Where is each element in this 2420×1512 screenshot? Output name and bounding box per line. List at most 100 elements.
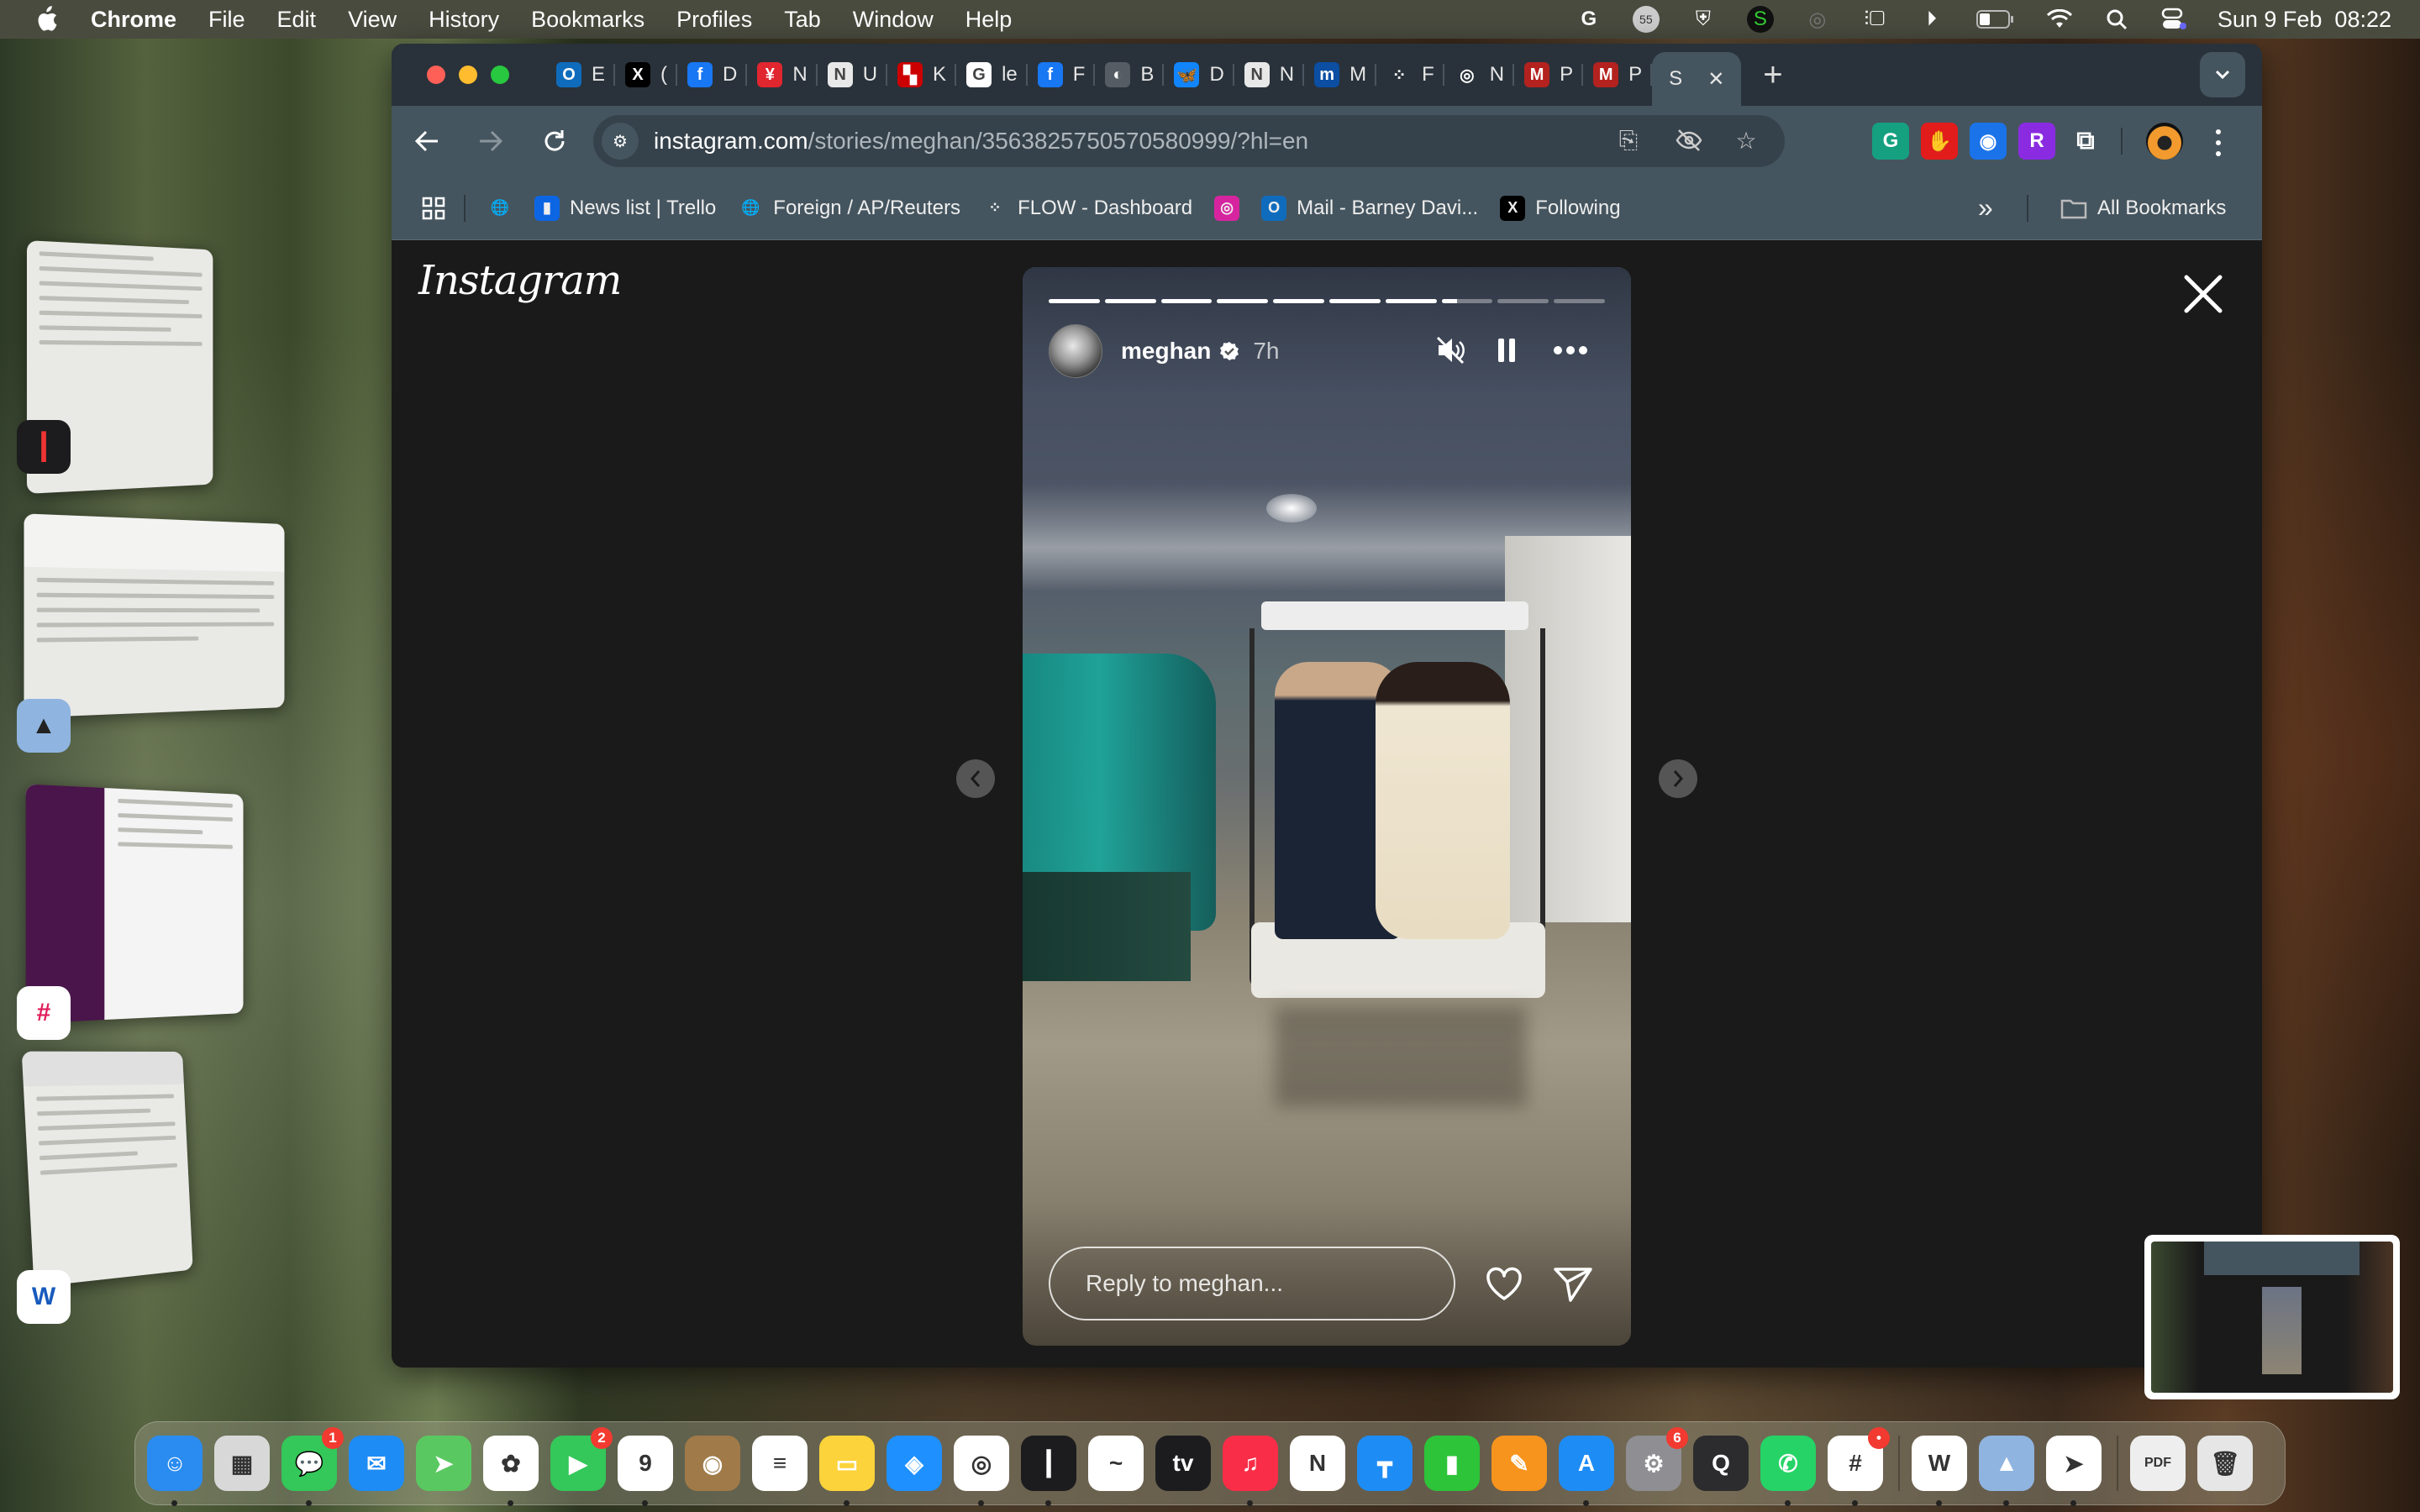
bookmark-1[interactable]: ▮ News list | Trello <box>534 195 716 221</box>
tab-0[interactable]: OE <box>546 54 616 96</box>
contacts-icon[interactable]: ◉ <box>685 1436 740 1491</box>
voice-memos-icon[interactable]: ┃ <box>17 420 71 474</box>
play-icon[interactable]: ⏵ <box>1918 6 1945 33</box>
maps-icon[interactable]: ➤ <box>416 1436 471 1491</box>
preview-icon[interactable]: ▲ <box>1979 1436 2034 1506</box>
forward-button[interactable] <box>474 124 508 158</box>
telegram-icon[interactable]: ➤ <box>2046 1436 2102 1506</box>
launchpad-icon[interactable]: ▦ <box>214 1436 270 1491</box>
apple-menu-icon[interactable] <box>34 6 59 33</box>
bookmark-star-icon[interactable]: ☆ <box>1729 123 1763 157</box>
numbers-icon[interactable]: ▮ <box>1424 1436 1480 1491</box>
pdf-stack-icon[interactable]: PDF <box>2130 1436 2186 1491</box>
reload-button[interactable] <box>538 124 571 158</box>
tab-active-instagram[interactable]: S ✕ <box>1652 52 1742 106</box>
tab-8[interactable]: ◐ B <box>1095 54 1165 96</box>
grammarly-icon[interactable]: G <box>1576 6 1602 33</box>
story-username[interactable]: meghan <box>1121 338 1211 365</box>
extensions-puzzle-icon[interactable]: ⧉ <box>2067 123 2104 160</box>
minimize-window-button[interactable] <box>459 66 477 84</box>
adblock-ext-icon[interactable]: ✋ <box>1921 123 1958 160</box>
news-icon[interactable]: N <box>1290 1436 1345 1491</box>
menu-window[interactable]: Window <box>853 7 934 33</box>
previous-story-button[interactable] <box>956 759 995 798</box>
s-app-icon[interactable]: S <box>1746 6 1774 33</box>
airdrop-icon[interactable]: ◎ <box>1804 6 1831 33</box>
shield-icon[interactable]: ⛨ <box>1690 6 1717 33</box>
battery-icon[interactable] <box>1975 6 2016 33</box>
tab-12[interactable]: ⁘ F <box>1376 54 1444 96</box>
trash-icon[interactable]: 🗑 <box>2197 1436 2253 1491</box>
bookmark-5[interactable]: O Mail - Barney Davi... <box>1261 195 1478 221</box>
tab-1[interactable]: X( <box>615 54 678 96</box>
screenshot-thumbnail-preview[interactable] <box>2144 1235 2400 1399</box>
menu-app-name[interactable]: Chrome <box>91 7 176 33</box>
menu-edit[interactable]: Edit <box>277 7 317 33</box>
menu-profiles[interactable]: Profiles <box>676 7 752 33</box>
tab-15[interactable]: MP <box>1583 54 1653 96</box>
stage-manager-icon[interactable]: ⫶▢ <box>1861 6 1888 33</box>
mail-icon[interactable]: ✉ <box>349 1436 404 1491</box>
r-ext-icon[interactable]: R <box>2018 123 2055 160</box>
finder-icon[interactable]: ☺ <box>147 1436 203 1506</box>
close-story-icon[interactable] <box>2180 270 2227 318</box>
word-icon[interactable]: W <box>1912 1436 1967 1506</box>
quicktime-icon[interactable]: Q <box>1693 1436 1749 1491</box>
word-icon[interactable]: W <box>17 1270 71 1324</box>
tab-13[interactable]: ◎ N <box>1444 54 1515 96</box>
bookmark-3[interactable]: ⁘ FLOW - Dashboard <box>982 196 1193 221</box>
apps-grid-button[interactable] <box>422 197 445 220</box>
tab-7[interactable]: fF <box>1028 54 1096 96</box>
menu-clock[interactable]: Sun 9 Feb 08:22 <box>2217 7 2391 33</box>
story-media[interactable]: meghan 7h <box>1023 267 1631 1346</box>
calendar-icon[interactable]: 9 <box>618 1436 673 1506</box>
slack-icon[interactable]: # • <box>1828 1427 1890 1506</box>
stage-window-preview[interactable] <box>24 513 285 718</box>
stage-window-word[interactable] <box>21 1051 193 1288</box>
bookmark-0[interactable]: 🌐 <box>487 196 513 221</box>
tab-search-button[interactable] <box>2200 52 2245 97</box>
tab-11[interactable]: mM <box>1304 54 1377 96</box>
address-bar[interactable]: ⚙ instagram.com/stories/meghan/356382575… <box>593 115 1785 167</box>
new-tab-button[interactable]: + <box>1763 56 1782 94</box>
voice-memos-icon[interactable]: ┃ <box>1021 1436 1076 1506</box>
tab-10[interactable]: NN <box>1234 54 1305 96</box>
bookmark-6[interactable]: X Following <box>1500 195 1621 221</box>
photos-icon[interactable]: ✿ <box>483 1436 539 1506</box>
chrome-menu-button[interactable] <box>2210 126 2227 160</box>
url-text[interactable]: instagram.com/stories/meghan/35638257505… <box>654 128 1308 155</box>
like-heart-icon[interactable] <box>1483 1263 1525 1305</box>
story-more-options-button[interactable] <box>1549 329 1591 371</box>
bookmark-2[interactable]: 🌐 Foreign / AP/Reuters <box>738 196 960 221</box>
music-icon[interactable]: ♫ <box>1223 1436 1278 1506</box>
whatsapp-icon[interactable]: ✆ <box>1760 1436 1816 1506</box>
app-store-icon[interactable]: A <box>1559 1436 1614 1506</box>
back-button[interactable] <box>410 124 444 158</box>
bookmark-4[interactable]: ◎ <box>1214 195 1240 221</box>
bookmarks-overflow-button[interactable]: » <box>1978 192 1993 223</box>
zoom-window-button[interactable] <box>491 66 509 84</box>
menu-bookmarks[interactable]: Bookmarks <box>531 7 644 33</box>
chrome-icon[interactable]: ◎ <box>954 1436 1009 1506</box>
messages-icon[interactable]: 💬 1 <box>281 1427 344 1506</box>
tab-3[interactable]: ¥ N <box>747 54 818 96</box>
tab-14[interactable]: MP <box>1514 54 1584 96</box>
eye-slash-icon[interactable] <box>1672 123 1706 157</box>
story-user-avatar[interactable] <box>1049 324 1102 378</box>
keynote-icon[interactable]: ┳ <box>1357 1436 1413 1491</box>
slack-icon[interactable]: # <box>17 986 71 1040</box>
reply-input[interactable] <box>1049 1247 1455 1320</box>
install-app-icon[interactable]: ⎘ <box>1612 123 1645 157</box>
freeform-icon[interactable]: ~ <box>1088 1436 1144 1491</box>
menu-tab[interactable]: Tab <box>784 7 821 33</box>
menu-file[interactable]: File <box>208 7 245 33</box>
tab-2[interactable]: fD <box>677 54 748 96</box>
tab-9[interactable]: 🦋 D <box>1164 54 1235 96</box>
menu-history[interactable]: History <box>429 7 499 33</box>
share-send-icon[interactable] <box>1552 1263 1594 1305</box>
tab-6[interactable]: Gle <box>956 54 1028 96</box>
apple-tv-icon[interactable]: tv <box>1155 1436 1211 1491</box>
all-bookmarks-button[interactable]: All Bookmarks <box>2060 197 2226 220</box>
next-story-button[interactable] <box>1659 759 1697 798</box>
spotlight-icon[interactable] <box>2103 6 2130 33</box>
